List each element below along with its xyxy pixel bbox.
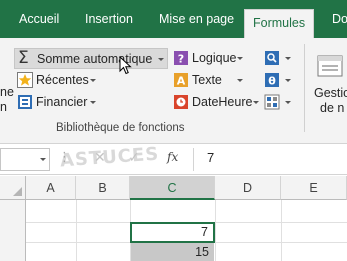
svg-text:?: ?	[178, 53, 184, 66]
financial-button[interactable]: Financier	[14, 92, 99, 113]
gridline	[215, 200, 216, 261]
question-book-icon: ?	[174, 51, 188, 66]
cut-label-right-2: de n	[320, 101, 345, 115]
function-library-group-label: Bibliothèque de fonctions	[56, 122, 185, 134]
recent-label: Récentes	[36, 73, 89, 87]
datetime-button[interactable]: DateHeure	[171, 92, 261, 113]
book-financial-icon	[18, 95, 32, 109]
svg-text:θ: θ	[268, 75, 276, 88]
gridline	[76, 200, 77, 261]
column-header-e[interactable]: E	[281, 176, 347, 200]
tab-formules[interactable]: Formules	[244, 9, 315, 38]
recent-button[interactable]: Récentes	[14, 70, 99, 91]
math-trig-button[interactable]: θ	[262, 70, 292, 91]
column-header-d[interactable]: D	[215, 176, 281, 200]
column-header-a[interactable]: A	[26, 176, 76, 200]
insert-function-icon[interactable]: fx	[167, 150, 178, 164]
chevron-down-icon	[285, 79, 291, 82]
ribbon-tab-bar: Accueil Insertion Mise en page Formules …	[0, 0, 347, 38]
gridline	[281, 200, 282, 261]
ribbon-formules: ne n Σ Somme automatique Récentes Financ…	[0, 38, 347, 144]
chevron-down-icon	[285, 101, 291, 104]
tab-donnees[interactable]: Do	[330, 9, 347, 38]
text-book-icon: A	[174, 73, 188, 88]
star-icon	[17, 72, 33, 88]
cut-label-left-1: ne	[0, 85, 14, 99]
theta-book-icon: θ	[265, 73, 279, 88]
chevron-down-icon	[158, 58, 164, 61]
more-functions-button[interactable]	[262, 92, 292, 113]
text-label: Texte	[192, 73, 222, 87]
clock-book-icon	[174, 95, 188, 109]
chevron-down-icon	[237, 79, 243, 82]
svg-text:A: A	[177, 75, 186, 88]
tab-insertion[interactable]: Insertion	[83, 9, 135, 38]
autosum-label: Somme automatique	[37, 52, 153, 66]
chevron-down-icon	[253, 101, 259, 104]
formula-bar-divider	[193, 148, 194, 171]
formula-bar: ASTUCES ⋮ ✕ ✓ fx 7	[0, 144, 347, 175]
cancel-icon[interactable]: ✕	[94, 149, 106, 166]
financial-label: Financier	[36, 95, 88, 109]
column-header-b[interactable]: B	[76, 176, 130, 200]
formula-input[interactable]: 7	[207, 150, 214, 165]
enter-check-icon[interactable]: ✓	[128, 149, 140, 166]
row-headers[interactable]	[0, 200, 26, 261]
chevron-down-icon	[90, 101, 96, 104]
cut-label-right-1: Gestio	[314, 86, 347, 100]
search-book-icon	[265, 51, 279, 65]
name-box[interactable]	[0, 148, 50, 171]
text-button[interactable]: A Texte	[171, 70, 247, 91]
logical-button[interactable]: ? Logique	[171, 48, 247, 69]
cut-label-left-2: n	[0, 100, 7, 114]
group-separator	[304, 44, 305, 132]
chevron-down-icon	[237, 57, 243, 60]
chevron-down-icon[interactable]	[40, 158, 46, 161]
sigma-icon: Σ	[18, 48, 29, 68]
more-functions-icon	[264, 94, 280, 110]
logical-label: Logique	[192, 51, 237, 65]
chevron-down-icon	[90, 79, 96, 82]
autosum-button[interactable]: Σ Somme automatique	[14, 48, 168, 69]
chevron-down-icon	[285, 57, 291, 60]
watermark-logo: ASTUCES	[59, 143, 160, 172]
cell-c-active[interactable]: 7	[130, 222, 215, 243]
cell-c-selected[interactable]: 15	[131, 243, 214, 261]
formula-bar-resize-handle[interactable]: ⋮	[58, 149, 71, 165]
lookup-reference-button[interactable]	[262, 48, 292, 69]
mouse-pointer-icon	[119, 56, 132, 75]
name-manager-icon[interactable]	[316, 52, 344, 80]
tab-accueil[interactable]: Accueil	[17, 9, 61, 38]
select-all-corner[interactable]	[0, 176, 26, 200]
column-header-c[interactable]: C	[130, 176, 215, 200]
datetime-label: DateHeure	[192, 95, 253, 109]
tab-mise-en-page[interactable]: Mise en page	[157, 9, 236, 38]
